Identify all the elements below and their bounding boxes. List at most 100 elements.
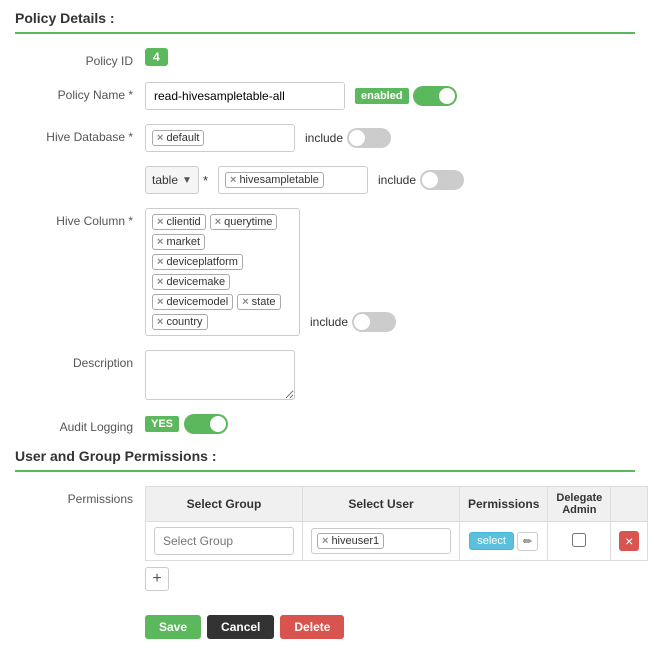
hive-table-tag-value: hivesampletable [239, 174, 319, 186]
col-tag-devicemodel-remove[interactable]: × [157, 296, 163, 308]
col-tag-querytime-value: querytime [224, 216, 272, 228]
col-header-select-user: Select User [303, 487, 460, 522]
col-tag-devicemodel-value: devicemodel [166, 296, 228, 308]
col-tag-querytime: × querytime [210, 214, 278, 230]
col-tag-country: × country [152, 314, 208, 330]
save-button[interactable]: Save [145, 615, 201, 639]
policy-id-row: Policy ID 4 [15, 48, 635, 68]
col-tag-clientid-value: clientid [166, 216, 200, 228]
delete-row-cell: × [611, 522, 648, 561]
col-tag-devicemake-value: devicemake [166, 276, 225, 288]
hive-database-label: Hive Database * [15, 124, 145, 144]
permissions-label: Permissions [15, 486, 145, 506]
col-tag-querytime-remove[interactable]: × [215, 216, 221, 228]
delete-row-button[interactable]: × [619, 531, 639, 551]
col-tag-deviceplatform-value: deviceplatform [166, 256, 238, 268]
hive-database-tag-remove[interactable]: × [157, 132, 163, 144]
policy-name-row: Policy Name * enabled [15, 82, 635, 110]
col-tag-deviceplatform: × deviceplatform [152, 254, 243, 270]
table-row: table ▼ * × hivesampletable include [15, 166, 635, 194]
database-include-label: include [305, 131, 343, 145]
col-tag-country-remove[interactable]: × [157, 316, 163, 328]
table-required-asterisk: * [203, 173, 208, 188]
table-select-arrow-icon: ▼ [182, 175, 192, 186]
hive-database-tag-value: default [166, 132, 199, 144]
col-tag-clientid: × clientid [152, 214, 206, 230]
description-row: Description [15, 350, 635, 400]
delete-button[interactable]: Delete [280, 615, 344, 639]
delegate-admin-checkbox[interactable] [572, 533, 586, 547]
table-include-toggle[interactable] [420, 170, 464, 190]
select-user-cell: × hiveuser1 [303, 522, 460, 561]
column-include-label: include [310, 315, 348, 329]
user-tag-value: hiveuser1 [331, 535, 379, 547]
col-tag-market: × market [152, 234, 205, 250]
description-textarea[interactable] [145, 350, 295, 400]
hive-database-tag: × default [152, 130, 204, 146]
permissions-cell: select ✏ [460, 522, 548, 561]
hive-database-tag-box: × default [145, 124, 295, 152]
column-include-toggle-wrap: include [310, 312, 396, 332]
policy-id-label: Policy ID [15, 48, 145, 68]
hive-column-label: Hive Column * [15, 208, 145, 228]
database-include-toggle[interactable] [347, 128, 391, 148]
user-tag-remove[interactable]: × [322, 535, 328, 547]
table-include-toggle-wrap: include [378, 170, 464, 190]
audit-logging-toggle[interactable] [184, 414, 228, 434]
permissions-section: User and Group Permissions : Permissions… [15, 448, 635, 591]
policy-details-title: Policy Details : [15, 10, 635, 34]
cancel-button[interactable]: Cancel [207, 615, 274, 639]
policy-name-label: Policy Name * [15, 82, 145, 102]
select-group-input[interactable] [154, 527, 294, 555]
add-row-button[interactable]: + [145, 567, 169, 591]
hive-table-tag: × hivesampletable [225, 172, 324, 188]
table-select-value: table [152, 173, 178, 187]
col-tag-country-value: country [166, 316, 202, 328]
col-tag-devicemake-remove[interactable]: × [157, 276, 163, 288]
user-tag: × hiveuser1 [317, 533, 384, 549]
col-tag-deviceplatform-remove[interactable]: × [157, 256, 163, 268]
delegate-admin-cell [548, 522, 611, 561]
enabled-toggle[interactable] [413, 86, 457, 106]
audit-logging-label: Audit Logging [15, 414, 145, 434]
user-tag-box: × hiveuser1 [311, 528, 451, 554]
hive-column-row: Hive Column * × clientid × querytime × m… [15, 208, 635, 336]
table-include-label: include [378, 173, 416, 187]
hive-table-tag-box: × hivesampletable [218, 166, 368, 194]
col-tag-state-value: state [252, 296, 276, 308]
col-tag-devicemake: × devicemake [152, 274, 230, 290]
table-selector-wrap: table ▼ * [145, 166, 208, 194]
button-bar: Save Cancel Delete [15, 605, 635, 639]
description-label: Description [15, 350, 145, 370]
enabled-label: enabled [355, 88, 409, 104]
hive-column-tag-box: × clientid × querytime × market × device… [145, 208, 300, 336]
table-row: × hiveuser1 select ✏ [146, 522, 648, 561]
col-tag-market-remove[interactable]: × [157, 236, 163, 248]
table-select-box[interactable]: table ▼ [145, 166, 199, 194]
permissions-row: Permissions Select Group Select User Per… [15, 486, 635, 591]
hive-table-tag-remove[interactable]: × [230, 174, 236, 186]
col-tag-market-value: market [166, 236, 200, 248]
col-tag-clientid-remove[interactable]: × [157, 216, 163, 228]
policy-name-input[interactable] [145, 82, 345, 110]
audit-logging-row: Audit Logging YES [15, 414, 635, 434]
permissions-select-button[interactable]: select [469, 532, 514, 550]
col-tag-devicemodel: × devicemodel [152, 294, 233, 310]
col-header-delegate-admin: DelegateAdmin [548, 487, 611, 522]
col-tag-state: × state [237, 294, 280, 310]
permissions-title: User and Group Permissions : [15, 448, 635, 472]
column-include-toggle[interactable] [352, 312, 396, 332]
table-selector-label [15, 166, 145, 172]
enabled-toggle-wrap: enabled [355, 86, 457, 106]
audit-toggle-wrap: YES [145, 414, 228, 434]
col-tag-state-remove[interactable]: × [242, 296, 248, 308]
permissions-edit-button[interactable]: ✏ [517, 532, 538, 551]
select-group-cell [146, 522, 303, 561]
col-header-select-group: Select Group [146, 487, 303, 522]
policy-id-badge: 4 [145, 48, 168, 66]
audit-yes-label: YES [145, 416, 179, 432]
permissions-table: Select Group Select User Permissions Del… [145, 486, 648, 561]
col-header-permissions: Permissions [460, 487, 548, 522]
hive-database-row: Hive Database * × default include [15, 124, 635, 152]
database-include-toggle-wrap: include [305, 128, 391, 148]
